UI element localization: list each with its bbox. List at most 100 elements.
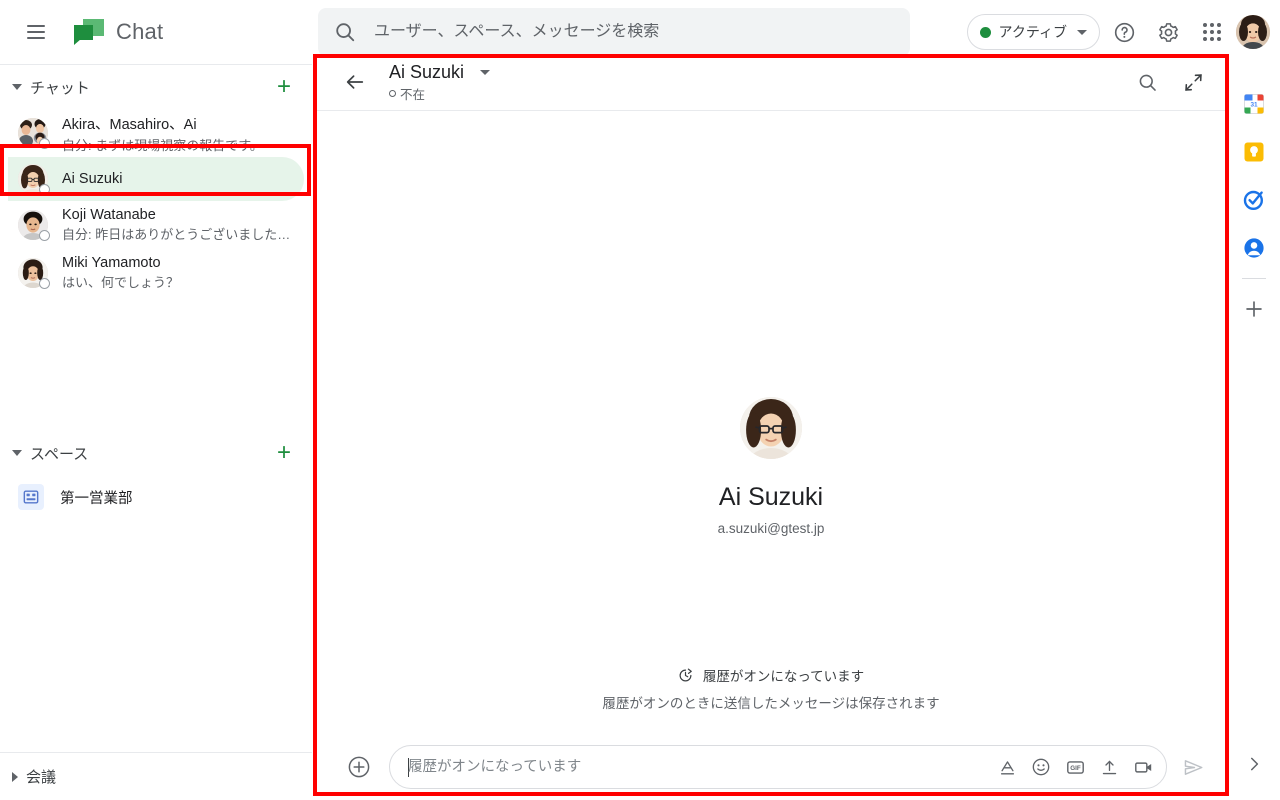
profile-name: Ai Suzuki bbox=[718, 483, 824, 511]
side-rail: 31 bbox=[1228, 64, 1280, 800]
conversation-title-block: Ai Suzuki 不在 bbox=[389, 61, 491, 103]
search-box[interactable] bbox=[318, 8, 910, 56]
rail-item-calendar[interactable]: 31 bbox=[1232, 80, 1276, 128]
search-input[interactable] bbox=[374, 23, 894, 41]
spaces-section-header[interactable]: スペース + bbox=[0, 431, 312, 475]
rail-add-button[interactable] bbox=[1232, 285, 1276, 333]
space-icon bbox=[18, 484, 44, 510]
avatar bbox=[18, 164, 50, 195]
upload-icon[interactable] bbox=[1094, 752, 1124, 782]
google-apps-button[interactable] bbox=[1192, 12, 1232, 52]
avatar bbox=[18, 210, 50, 241]
rail-item-tasks[interactable] bbox=[1232, 176, 1276, 224]
conversation-title: Ai Suzuki bbox=[389, 61, 465, 82]
conversation-status-label: 不在 bbox=[400, 87, 426, 102]
composer-toolbar: GIF bbox=[992, 752, 1158, 782]
gear-icon bbox=[1158, 22, 1178, 42]
rail-expand-button[interactable] bbox=[1232, 740, 1276, 788]
format-icon[interactable] bbox=[992, 752, 1022, 782]
message-input-container[interactable]: GIF bbox=[389, 745, 1167, 789]
message-composer: GIF bbox=[313, 738, 1229, 796]
message-input[interactable] bbox=[408, 759, 992, 775]
chat-list-item-ai-suzuki[interactable]: Ai Suzuki bbox=[8, 157, 304, 201]
video-icon[interactable] bbox=[1128, 752, 1158, 782]
search-icon bbox=[1139, 74, 1156, 91]
conversation-panel: Ai Suzuki 不在 Ai Suzuki a.suzuki@gtest.jp… bbox=[313, 54, 1229, 796]
rail-item-contacts[interactable] bbox=[1232, 224, 1276, 272]
conversation-body: Ai Suzuki a.suzuki@gtest.jp 履歴がオンになっています… bbox=[313, 111, 1229, 738]
presence-away-icon bbox=[39, 184, 50, 195]
chat-list-item-group[interactable]: Akira、Masahiro、Ai 自分: まずは現場視察の報告です。 bbox=[8, 109, 304, 157]
triangle-down-icon bbox=[12, 84, 22, 90]
chat-item-text: Ai Suzuki bbox=[62, 171, 294, 187]
chat-list-item-koji-watanabe[interactable]: Koji Watanabe 自分: 昨日はありがとうございました… bbox=[8, 201, 304, 249]
meetings-section-header[interactable]: 会議 bbox=[0, 752, 312, 800]
chat-item-name: Koji Watanabe bbox=[62, 207, 156, 223]
chevron-down-icon[interactable] bbox=[480, 69, 491, 75]
tasks-icon bbox=[1243, 190, 1263, 210]
new-space-button[interactable]: + bbox=[270, 439, 298, 467]
chat-item-snippet: 自分: 昨日はありがとうございました… bbox=[62, 227, 291, 242]
presence-away-icon bbox=[39, 138, 50, 149]
back-button[interactable] bbox=[337, 64, 373, 100]
rail-expand-container bbox=[1228, 740, 1280, 788]
send-icon bbox=[1184, 759, 1202, 775]
gif-icon[interactable]: GIF bbox=[1060, 752, 1090, 782]
chat-app-window: Chat アクティブ bbox=[0, 0, 1280, 800]
history-notice: 履歴がオンになっています 履歴がオンのときに送信したメッセージは保存されます bbox=[313, 665, 1229, 712]
new-chat-button[interactable]: + bbox=[270, 73, 298, 101]
avatar bbox=[18, 258, 50, 289]
chat-item-snippet: 自分: まずは現場視察の報告です。 bbox=[62, 137, 263, 153]
avatar-photo bbox=[1236, 15, 1270, 49]
chat-item-name: Ai Suzuki bbox=[62, 171, 123, 187]
apps-grid-icon bbox=[1203, 23, 1221, 41]
svg-text:GIF: GIF bbox=[1070, 764, 1081, 771]
add-integration-button[interactable] bbox=[341, 749, 377, 785]
triangle-down-icon bbox=[12, 450, 22, 456]
chat-list-item-miki-yamamoto[interactable]: Miki Yamamoto はい、何でしょう？ bbox=[8, 249, 304, 297]
help-button[interactable] bbox=[1104, 12, 1144, 52]
search-icon bbox=[336, 23, 355, 42]
calendar-icon: 31 bbox=[1244, 94, 1264, 114]
chat-item-text: Miki Yamamoto はい、何でしょう？ bbox=[62, 255, 294, 291]
history-notice-secondary: 履歴がオンのときに送信したメッセージは保存されます bbox=[602, 696, 940, 711]
status-away-icon bbox=[389, 89, 396, 97]
left-sidebar: チャット + Akira、Masahiro、Ai 自分: まずは現場視察の報告で bbox=[0, 64, 312, 800]
contacts-icon bbox=[1244, 238, 1264, 258]
chat-section-header[interactable]: チャット + bbox=[0, 65, 312, 109]
history-notice-primary-text: 履歴がオンになっています bbox=[702, 669, 865, 684]
space-name: 第一営業部 bbox=[60, 490, 133, 507]
calendar-day-number: 31 bbox=[1250, 102, 1258, 109]
main-menu-icon[interactable] bbox=[12, 8, 60, 56]
account-avatar[interactable] bbox=[1236, 15, 1270, 49]
collapse-arrows-icon bbox=[1184, 73, 1202, 91]
help-icon bbox=[1114, 22, 1134, 42]
search-container bbox=[318, 8, 910, 56]
chat-item-name: Miki Yamamoto bbox=[62, 255, 161, 271]
avatar bbox=[18, 118, 50, 149]
conversation-search-button[interactable] bbox=[1127, 62, 1167, 102]
plus-circle-icon bbox=[348, 756, 370, 778]
emoji-icon[interactable] bbox=[1026, 752, 1056, 782]
chat-section-title: チャット bbox=[30, 79, 90, 97]
meetings-section-title: 会議 bbox=[26, 769, 57, 786]
app-brand[interactable]: Chat bbox=[74, 19, 163, 45]
spaces-section-title: スペース bbox=[30, 445, 89, 463]
plus-icon bbox=[1246, 301, 1262, 317]
status-label: アクティブ bbox=[998, 24, 1067, 40]
conversation-header: Ai Suzuki 不在 bbox=[313, 54, 1229, 111]
conversation-title-row[interactable]: Ai Suzuki bbox=[389, 61, 491, 83]
send-button[interactable] bbox=[1173, 747, 1213, 787]
chat-item-text: Akira、Masahiro、Ai 自分: まずは現場視察の報告です。 bbox=[62, 113, 294, 154]
chevron-right-icon bbox=[1251, 757, 1259, 771]
rail-item-keep[interactable] bbox=[1232, 128, 1276, 176]
settings-button[interactable] bbox=[1148, 12, 1188, 52]
space-list-item[interactable]: 第一営業部 bbox=[8, 475, 304, 519]
presence-status-button[interactable]: アクティブ bbox=[966, 14, 1100, 50]
rail-divider bbox=[1242, 278, 1266, 279]
collapse-panel-button[interactable] bbox=[1173, 62, 1213, 102]
chat-logo-icon bbox=[74, 19, 104, 45]
chat-item-name: Akira、Masahiro、Ai bbox=[62, 116, 197, 133]
keep-icon bbox=[1244, 142, 1264, 162]
chevron-down-icon bbox=[1077, 29, 1087, 35]
